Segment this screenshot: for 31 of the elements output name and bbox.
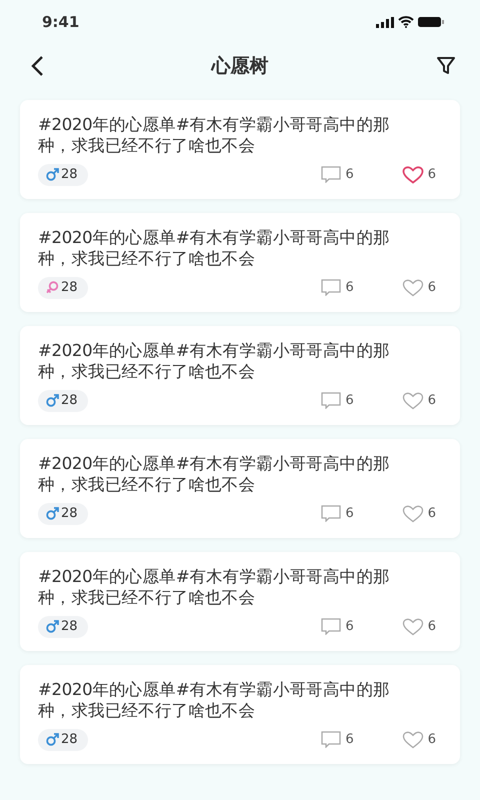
male-icon: [46, 507, 59, 520]
signal-icon: [376, 16, 394, 28]
battery-icon: [418, 16, 444, 28]
post-text: #2020年的心愿单#有木有学霸小哥哥高中的那种，求我已经不行了啥也不会: [38, 453, 391, 495]
gender-age-tag: 28: [38, 616, 88, 638]
post-card[interactable]: #2020年的心愿单#有木有学霸小哥哥高中的那种，求我已经不行了啥也不会 28 6 6: [20, 326, 460, 425]
post-card[interactable]: #2020年的心愿单#有木有学霸小哥哥高中的那种，求我已经不行了啥也不会 28 6 6: [20, 665, 460, 764]
filter-button[interactable]: [436, 56, 456, 76]
male-icon: [46, 394, 59, 408]
post-card[interactable]: #2020年的心愿单#有木有学霸小哥哥高中的那种，求我已经不行了啥也不会 28 6 6: [20, 100, 460, 199]
male-icon: [46, 733, 59, 746]
wifi-icon: [398, 16, 414, 28]
post-text: #2020年的心愿单#有木有学霸小哥哥高中的那种，求我已经不行了啥也不会: [38, 566, 391, 608]
post-text: #2020年的心愿单#有木有学霸小哥哥高中的那种，求我已经不行了啥也不会: [38, 679, 391, 721]
page-title: 心愿树: [212, 54, 268, 79]
gender-age-tag: 28: [38, 164, 88, 186]
post-text: #2020年的心愿单#有木有学霸小哥哥高中的那种，求我已经不行了啥也不会: [38, 227, 391, 269]
female-icon: [46, 281, 59, 294]
post-text: #2020年的心愿单#有木有学霸小哥哥高中的那种，求我已经不行了啥也不会: [38, 340, 391, 382]
male-icon: [46, 620, 59, 634]
post-card[interactable]: #2020年的心愿单#有木有学霸小哥哥高中的那种，求我已经不行了啥也不会 28 6 6: [20, 213, 460, 312]
gender-age-tag: 28: [38, 503, 88, 524]
status-time: 9:41: [42, 12, 80, 33]
back-button[interactable]: [30, 55, 44, 77]
post-card[interactable]: #2020年的心愿单#有木有学霸小哥哥高中的那种，求我已经不行了啥也不会 28 6 6: [20, 439, 460, 538]
gender-age-tag: 28: [38, 390, 88, 412]
post-text: #2020年的心愿单#有木有学霸小哥哥高中的那种，求我已经不行了啥也不会: [38, 114, 391, 156]
male-icon: [46, 168, 59, 182]
post-card[interactable]: #2020年的心愿单#有木有学霸小哥哥高中的那种，求我已经不行了啥也不会 28 6 6: [20, 552, 460, 651]
gender-age-tag: 28: [38, 729, 88, 750]
gender-age-tag: 28: [38, 277, 88, 298]
